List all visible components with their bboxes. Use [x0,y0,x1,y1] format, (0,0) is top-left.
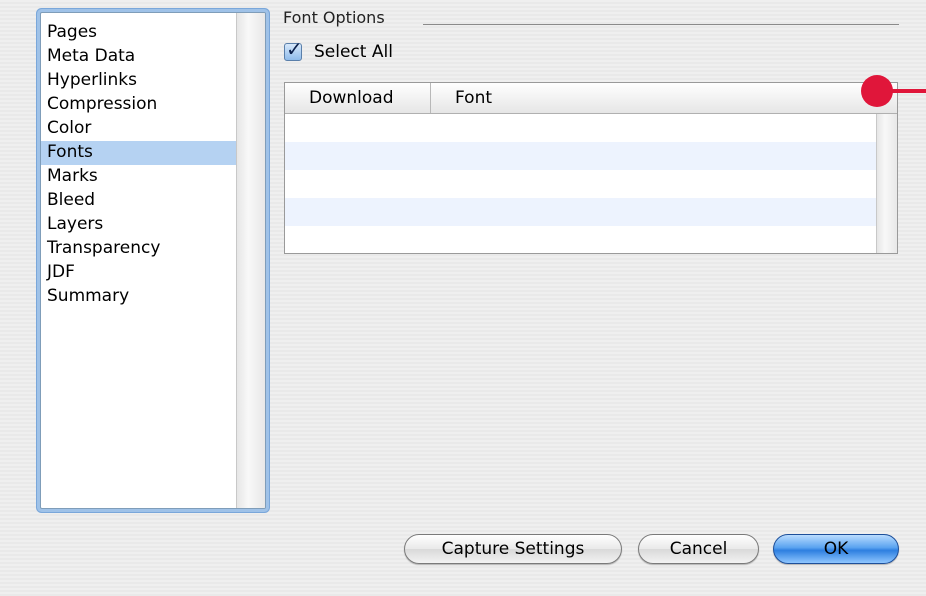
font-options-title: Font Options [283,8,385,27]
sidebar-item-transparency[interactable]: Transparency [41,237,237,261]
group-divider [423,24,899,25]
sidebar-item-color[interactable]: Color [41,117,237,141]
fonts-table[interactable]: Download Font [284,82,898,254]
sidebar-item-fonts[interactable]: Fonts [41,141,237,165]
table-row [285,114,897,142]
checkmark-icon: ✓ [286,37,303,61]
select-all-row[interactable]: ✓ Select All [284,37,393,62]
sidebar-item-hyperlinks[interactable]: Hyperlinks [41,69,237,93]
column-header-download[interactable]: Download [285,83,431,113]
cancel-button[interactable]: Cancel [638,534,759,564]
table-scrollbar[interactable] [876,114,897,253]
select-all-label[interactable]: Select All [314,42,393,62]
column-header-font[interactable]: Font [431,83,897,113]
table-row [285,226,897,253]
table-header: Download Font [285,83,897,114]
sidebar-item-bleed[interactable]: Bleed [41,189,237,213]
sidebar-item-pages[interactable]: Pages [41,21,237,45]
sidebar-item-layers[interactable]: Layers [41,213,237,237]
table-row [285,198,897,226]
annotation-pointer [885,89,926,93]
category-list-scrollbar[interactable] [236,13,265,508]
sidebar-item-jdf[interactable]: JDF [41,261,237,285]
category-list[interactable]: Pages Meta Data Hyperlinks Compression C… [40,12,266,509]
table-row [285,142,897,170]
sidebar-item-meta-data[interactable]: Meta Data [41,45,237,69]
ok-button[interactable]: OK [773,534,899,564]
select-all-checkbox[interactable]: ✓ [284,37,303,61]
capture-settings-button[interactable]: Capture Settings [404,534,622,564]
sidebar-item-compression[interactable]: Compression [41,93,237,117]
table-row [285,170,897,198]
sidebar-item-marks[interactable]: Marks [41,165,237,189]
sidebar-item-summary[interactable]: Summary [41,285,237,309]
